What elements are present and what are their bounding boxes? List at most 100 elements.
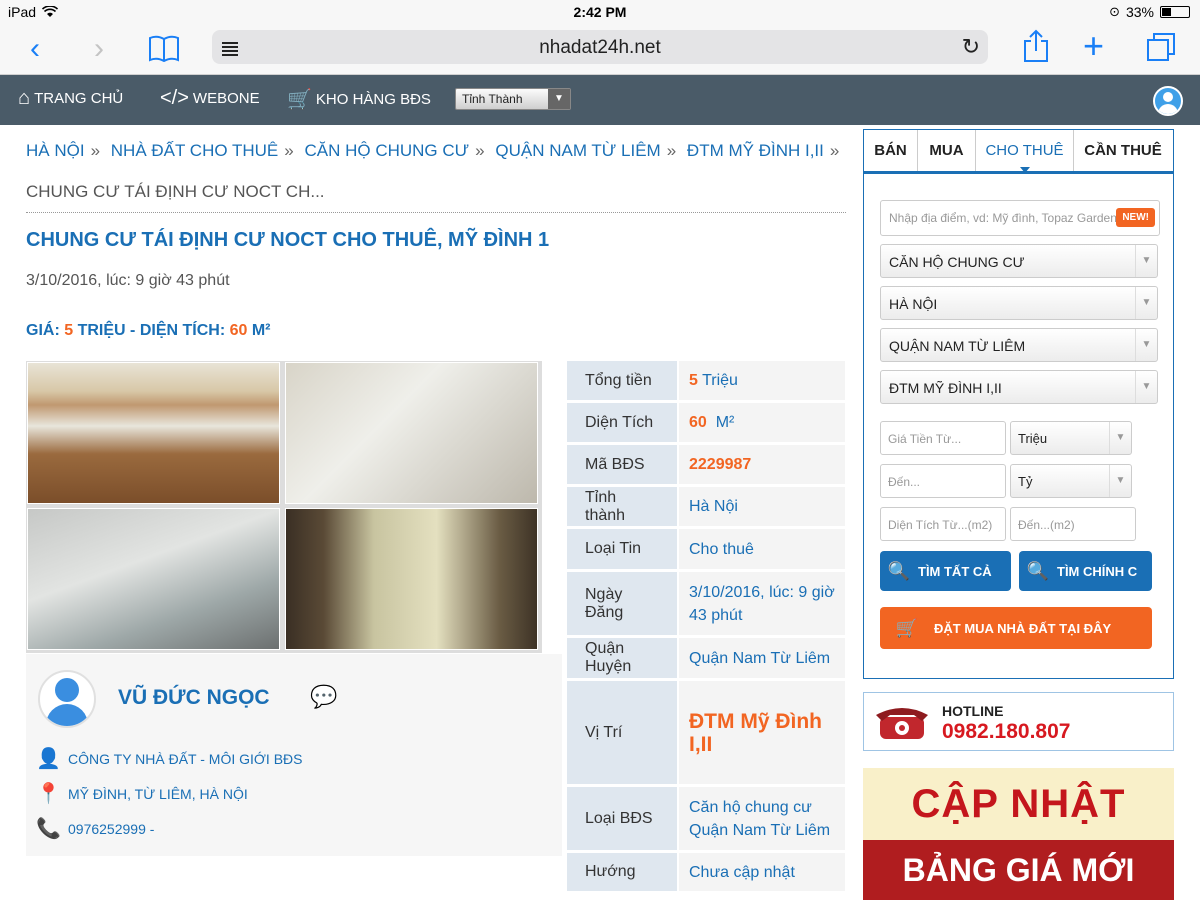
post-date: 3/10/2016, lúc: 9 giờ 43 phút — [26, 272, 230, 289]
back-icon[interactable]: ‹ — [30, 34, 40, 64]
price-to-unit-select[interactable]: Tỷ ▼ — [1010, 464, 1132, 498]
address-bar[interactable]: nhadat24h.net ↻ — [212, 30, 988, 64]
info-value[interactable]: ĐTM Mỹ Đình I,II — [679, 681, 845, 784]
chevron-down-icon: ▼ — [1135, 287, 1157, 319]
info-key: Loại BĐS — [567, 787, 677, 850]
info-key: Hướng — [567, 853, 677, 891]
price-to-input[interactable]: Đến... — [880, 464, 1006, 498]
price-update-banner[interactable]: CẬP NHẬT BẢNG GIÁ MỚI NHẤT — [863, 768, 1174, 900]
price-from-input[interactable]: Giá Tiền Từ... — [880, 421, 1006, 455]
agent-location-row: 📍 MỸ ĐÌNH, TỪ LIÊM, HÀ NỘI — [36, 781, 248, 806]
photo-bathroom[interactable] — [285, 362, 538, 504]
tab-cho-thue[interactable]: CHO THUÊ — [976, 130, 1074, 173]
code-icon: </> — [160, 87, 189, 109]
area-unit: M² — [251, 322, 271, 339]
tab-can-thue[interactable]: CẦN THUÊ — [1074, 130, 1172, 171]
info-value[interactable]: Quận Nam Từ Liêm — [679, 638, 845, 678]
new-tab-icon[interactable]: + — [1083, 28, 1104, 64]
photo-sink[interactable] — [27, 508, 280, 650]
breadcrumb: HÀ NỘI » NHÀ ĐẤT CHO THUÊ » CĂN HỘ CHUNG C… — [26, 130, 846, 212]
table-row: Hướng Chưa cập nhật — [567, 853, 845, 891]
photo-kitchen[interactable] — [27, 362, 280, 504]
info-value[interactable]: Hà Nội — [679, 487, 845, 526]
globe-search-icon: 🔍 — [1026, 560, 1050, 581]
battery-icon — [1160, 6, 1190, 18]
photo-gallery — [26, 361, 542, 653]
agent-company-row: 👤 CÔNG TY NHÀ ĐẤT - MÔI GIỚI BĐS — [36, 746, 302, 771]
price-from-unit-select[interactable]: Triệu ▼ — [1010, 421, 1132, 455]
chevron-down-icon: ▼ — [548, 89, 570, 109]
nav-webone-label: WEBONE — [192, 90, 260, 107]
property-type-select[interactable]: CĂN HỘ CHUNG CƯ ▼ — [880, 244, 1158, 278]
city-select[interactable]: HÀ NỘI ▼ — [880, 286, 1158, 320]
info-value-number: 60 — [689, 414, 707, 431]
globe-search-icon: 🔍 — [887, 560, 911, 581]
person-icon: 👤 — [36, 748, 61, 770]
home-icon: ⌂ — [18, 87, 31, 109]
agent-location: MỸ ĐÌNH, TỪ LIÊM, HÀ NỘI — [68, 785, 248, 802]
agent-phone-row: 📞 0976252999 - — [36, 816, 154, 841]
reload-icon[interactable]: ↻ — [962, 34, 980, 60]
hotline-number[interactable]: 0982.180.807 — [942, 720, 1070, 744]
select-value: HÀ NỘI — [889, 296, 938, 312]
breadcrumb-link[interactable]: CĂN HỘ CHUNG CƯ — [304, 141, 469, 160]
breadcrumb-link[interactable]: HÀ NỘI — [26, 141, 85, 160]
tab-mua[interactable]: MUA — [918, 130, 976, 171]
area-select[interactable]: ĐTM MỸ ĐÌNH I,II ▼ — [880, 370, 1158, 404]
bookmarks-icon[interactable] — [148, 34, 180, 62]
order-property-button[interactable]: 🛒 ĐẶT MUA NHÀ ĐẤT TẠI ĐÂY — [880, 607, 1152, 649]
info-key: Quận Huyện — [567, 638, 677, 678]
forward-icon[interactable]: › — [94, 34, 104, 64]
banner-line-2: BẢNG GIÁ MỚI NHẤT — [863, 840, 1174, 900]
share-icon[interactable] — [1022, 29, 1050, 63]
nav-store-label: KHO HÀNG BĐS — [315, 91, 431, 108]
banner-line-1: CẬP NHẬT — [911, 782, 1126, 826]
breadcrumb-separator: » — [475, 141, 485, 160]
breadcrumb-separator: » — [829, 141, 840, 160]
divider — [26, 212, 846, 213]
tab-ban[interactable]: BÁN — [864, 130, 918, 171]
user-account-icon[interactable] — [1153, 86, 1183, 116]
chevron-down-icon: ▼ — [1109, 465, 1131, 497]
agent-name[interactable]: VŨ ĐỨC NGỌC — [118, 686, 270, 710]
agent-phone[interactable]: 0976252999 - — [68, 821, 154, 837]
info-key: Tỉnh thành — [567, 487, 677, 526]
district-select[interactable]: QUẬN NAM TỪ LIÊM ▼ — [880, 328, 1158, 362]
agent-company: CÔNG TY NHÀ ĐẤT - MÔI GIỚI BĐS — [68, 750, 303, 767]
caret-down-icon — [1019, 167, 1030, 173]
nav-store[interactable]: 🛒 KHO HÀNG BĐS — [287, 87, 431, 112]
province-select[interactable]: Tỉnh Thành ▼ — [455, 88, 571, 110]
breadcrumb-link[interactable]: ĐTM MỸ ĐÌNH I,II — [687, 141, 824, 160]
chevron-down-icon: ▼ — [1135, 371, 1157, 403]
nav-webone[interactable]: </> WEBONE — [160, 87, 260, 110]
breadcrumb-separator: » — [90, 141, 101, 160]
select-value: CĂN HỘ CHUNG CƯ — [889, 254, 1025, 270]
photo-balcony[interactable] — [285, 508, 538, 650]
breadcrumb-link[interactable]: QUẬN NAM TỪ LIÊM — [495, 141, 660, 160]
tabs-icon[interactable] — [1146, 32, 1176, 62]
url-text: nhadat24h.net — [539, 37, 661, 58]
location-search-input[interactable]: Nhập địa điểm, vd: Mỹ đình, Topaz Garden… — [880, 200, 1160, 236]
hotline-label: HOTLINE — [942, 703, 1004, 719]
chat-icon[interactable]: 💬 — [310, 684, 337, 710]
search-all-button[interactable]: 🔍 TÌM TẤT CẢ — [880, 551, 1011, 591]
phone-icon: 📞 — [36, 818, 61, 840]
tab-label: CHO THUÊ — [985, 142, 1064, 159]
info-value[interactable]: Căn hộ chung cư Quận Nam Từ Liêm — [679, 787, 845, 850]
agent-card: VŨ ĐỨC NGỌC 💬 👤 CÔNG TY NHÀ ĐẤT - MÔI GI… — [26, 654, 562, 856]
button-label: TÌM CHÍNH C — [1057, 563, 1138, 579]
size-from-input[interactable]: Diện Tích Từ...(m2) — [880, 507, 1006, 541]
info-value-unit: Triệu — [697, 372, 738, 389]
info-value[interactable]: Cho thuê — [679, 529, 845, 569]
search-main-button[interactable]: 🔍 TÌM CHÍNH C — [1019, 551, 1152, 591]
nav-home[interactable]: ⌂ TRANG CHỦ — [18, 87, 123, 110]
table-row: Tỉnh thành Hà Nội — [567, 487, 845, 526]
breadcrumb-link[interactable]: NHÀ ĐẤT CHO THUÊ — [111, 141, 279, 160]
info-value-number: 5 — [689, 372, 698, 389]
info-value-unit: M² — [706, 414, 735, 431]
new-badge: NEW! — [1116, 208, 1155, 227]
breadcrumb-separator: » — [666, 141, 677, 160]
table-row: Ngày Đăng 3/10/2016, lúc: 9 giờ 43 phút — [567, 572, 845, 635]
info-key: Tổng tiền — [567, 361, 677, 400]
size-to-input[interactable]: Đến...(m2) — [1010, 507, 1136, 541]
